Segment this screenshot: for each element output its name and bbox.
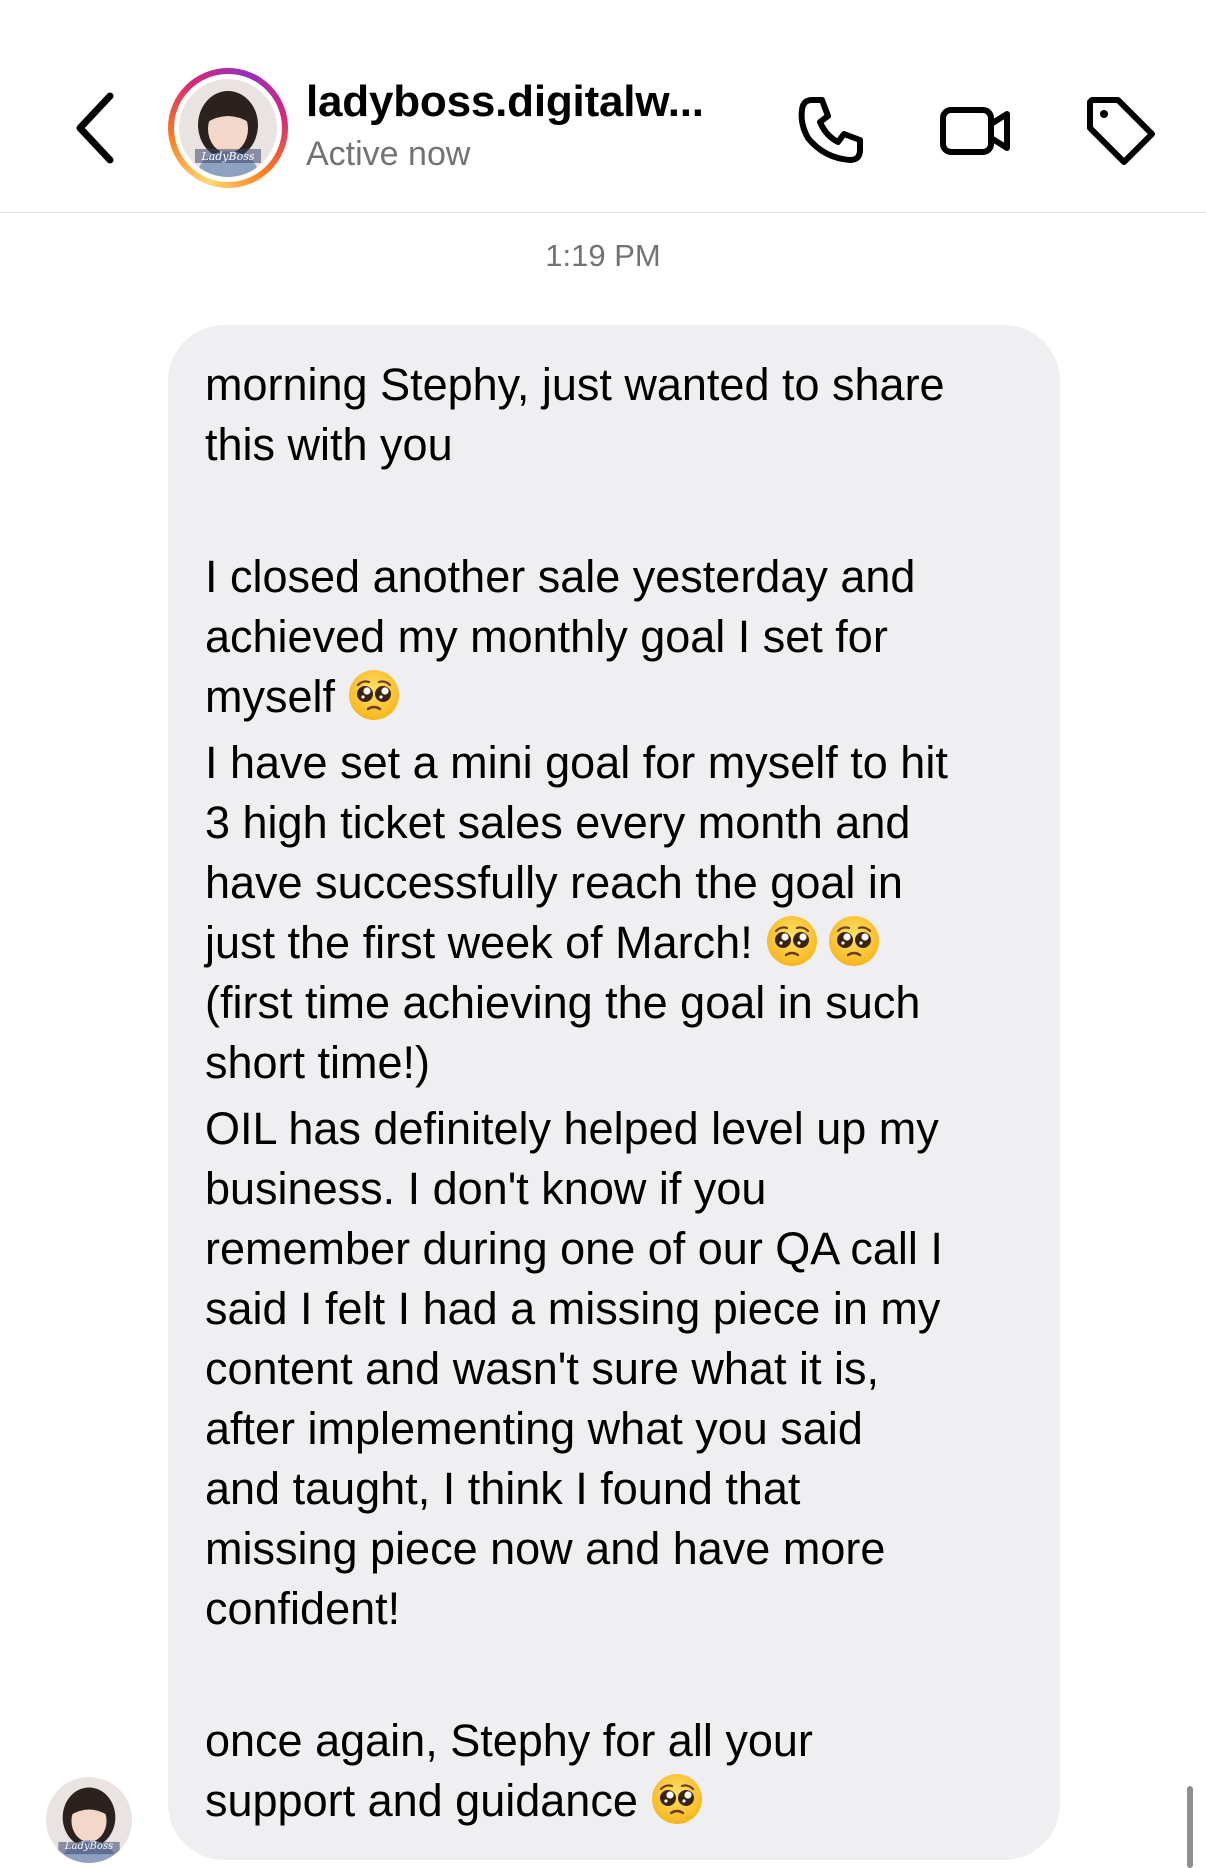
message-text: just the first week of March!	[205, 917, 753, 968]
tag-icon[interactable]	[1080, 90, 1160, 170]
message-line: once again, Stephy for all your	[205, 1715, 813, 1766]
message-text: support and guidance	[205, 1775, 638, 1826]
message-line: remember during one of our QA call I	[205, 1223, 943, 1274]
avatar-logo-text: LadyBoss	[201, 150, 255, 163]
message-line: (first time achieving the goal in such	[205, 977, 921, 1028]
contact-info[interactable]: ladyboss.digitalw... Active now	[306, 74, 766, 178]
message-line: after implementing what you said	[205, 1403, 863, 1454]
message-line-with-emoji: support and guidance	[205, 1771, 1024, 1831]
message-timestamp: 1:19 PM	[545, 238, 661, 273]
profile-avatar[interactable]: LadyBoss	[168, 68, 288, 188]
message-line: OIL has definitely helped level up my	[205, 1103, 939, 1154]
message-line: achieved my monthly goal I set for	[205, 611, 888, 662]
pleading-face-emoji	[765, 914, 819, 968]
message-line: have successfully reach the goal in	[205, 857, 903, 908]
message-line: 3 high ticket sales every month and	[205, 797, 911, 848]
message-line: confident!	[205, 1583, 401, 1634]
sender-avatar[interactable]: LadyBoss	[46, 1777, 132, 1863]
message-line: morning Stephy, just wanted to share	[205, 359, 945, 410]
message-line: this with you	[205, 419, 453, 470]
message-line: short time!)	[205, 1037, 431, 1088]
message-line-with-emoji: myself	[205, 667, 1024, 733]
message-line: I have set a mini goal for myself to hit	[205, 737, 948, 788]
message-line: said I felt I had a missing piece in my	[205, 1283, 941, 1334]
pleading-face-emoji	[347, 668, 401, 722]
message-line: content and wasn't sure what it is,	[205, 1343, 879, 1394]
back-icon[interactable]	[68, 88, 124, 168]
video-camera-icon[interactable]	[935, 90, 1015, 170]
pleading-face-emoji	[827, 914, 881, 968]
active-status: Active now	[306, 135, 471, 173]
avatar-image: LadyBoss	[179, 79, 277, 177]
avatar-logo-text: LadyBoss	[64, 1841, 114, 1852]
message-line: business. I don't know if you	[205, 1163, 767, 1214]
pleading-face-emoji	[650, 1772, 704, 1826]
message-line-with-emoji: just the first week of March!	[205, 913, 1024, 973]
scrollbar[interactable]	[1187, 1786, 1193, 1868]
contact-name: ladyboss.digitalw...	[306, 77, 704, 126]
message-line: missing piece now and have more	[205, 1523, 886, 1574]
message-line: and taught, I think I found that	[205, 1463, 801, 1514]
phone-icon[interactable]	[790, 90, 870, 170]
message-bubble[interactable]: morning Stephy, just wanted to share thi…	[168, 325, 1060, 1860]
message-line: I closed another sale yesterday and	[205, 551, 916, 602]
message-text: myself	[205, 671, 336, 722]
chat-header: LadyBoss ladyboss.digitalw... Active now	[0, 0, 1206, 213]
